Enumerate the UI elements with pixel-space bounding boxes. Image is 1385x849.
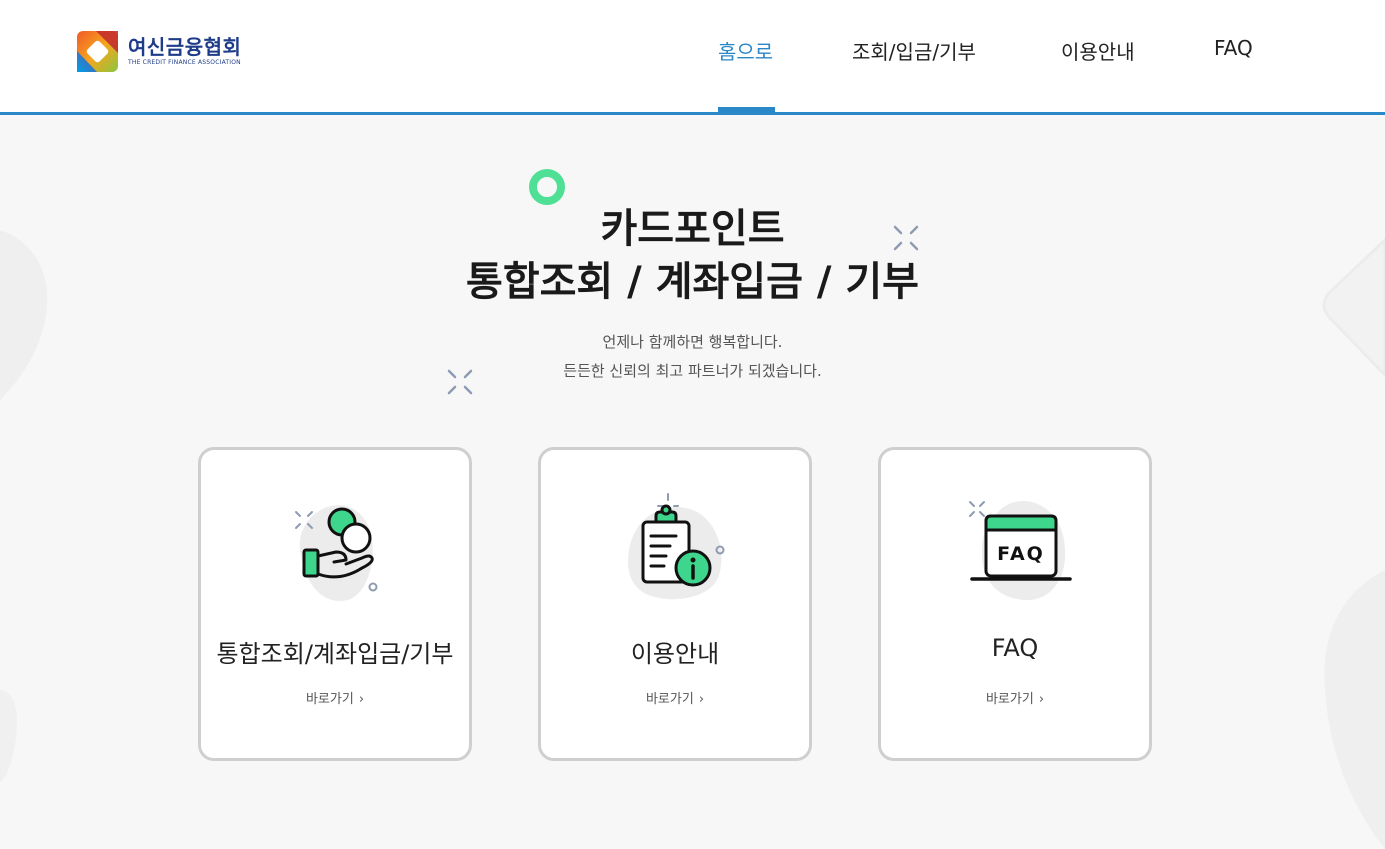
logo-subtitle: THE CREDIT FINANCE ASSOCIATION — [128, 59, 241, 66]
card-link-label: 바로가기 — [645, 692, 694, 707]
hero-subtitle-line2: 든든한 신뢰의 최고 파트너가 되겠습니다. — [563, 362, 822, 380]
card-lookup-deposit-donate[interactable]: 통합조회/계좌입금/기부 바로가기 › — [198, 447, 472, 761]
card-title: FAQ — [991, 634, 1039, 662]
background-shape-left-bottom — [0, 690, 18, 782]
card-guide[interactable]: 이용안내 바로가기 › — [538, 447, 812, 761]
hero-subtitle-line1: 언제나 함께하면 행복합니다. — [602, 333, 783, 351]
credit-finance-logo-icon — [77, 31, 118, 72]
nav-guide[interactable]: 이용안내 — [1061, 36, 1135, 65]
nav-active-indicator — [718, 107, 775, 112]
card-go-link[interactable]: 바로가기 › — [881, 688, 1149, 707]
hero-title-line1: 카드포인트 — [600, 206, 785, 252]
chevron-right-icon: › — [1038, 692, 1045, 707]
card-faq[interactable]: FAQ FAQ 바로가기 › — [878, 447, 1152, 761]
chevron-right-icon: › — [698, 692, 705, 707]
green-ring-decoration — [529, 169, 565, 205]
coin-in-hand-icon — [295, 505, 378, 601]
card-link-label: 바로가기 — [985, 692, 1034, 707]
card-link-label: 바로가기 — [305, 692, 354, 707]
logo-name: 여신금융협회 — [128, 35, 242, 59]
nav-home[interactable]: 홈으로 — [718, 36, 773, 65]
nav-lookup-deposit-donate[interactable]: 조회/입금/기부 — [852, 36, 976, 65]
site-logo[interactable]: 여신금융협회 THE CREDIT FINANCE ASSOCIATION — [77, 31, 241, 72]
card-title: 통합조회/계좌입금/기부 — [216, 640, 454, 668]
faq-window-icon: FAQ — [969, 501, 1072, 601]
card-go-link[interactable]: 바로가기 › — [541, 688, 809, 707]
clipboard-info-icon — [628, 493, 725, 600]
chevron-right-icon: › — [358, 692, 365, 707]
nav-faq[interactable]: FAQ — [1214, 36, 1253, 60]
card-go-link[interactable]: 바로가기 › — [201, 688, 469, 707]
card-title: 이용안내 — [630, 640, 720, 668]
background-shape-right-bottom — [1324, 570, 1385, 849]
svg-text:FAQ: FAQ — [997, 543, 1045, 565]
site-header: 여신금융협회 THE CREDIT FINANCE ASSOCIATION 홈으… — [0, 0, 1385, 115]
hero-title-line2: 통합조회 / 계좌입금 / 기부 — [466, 259, 919, 305]
